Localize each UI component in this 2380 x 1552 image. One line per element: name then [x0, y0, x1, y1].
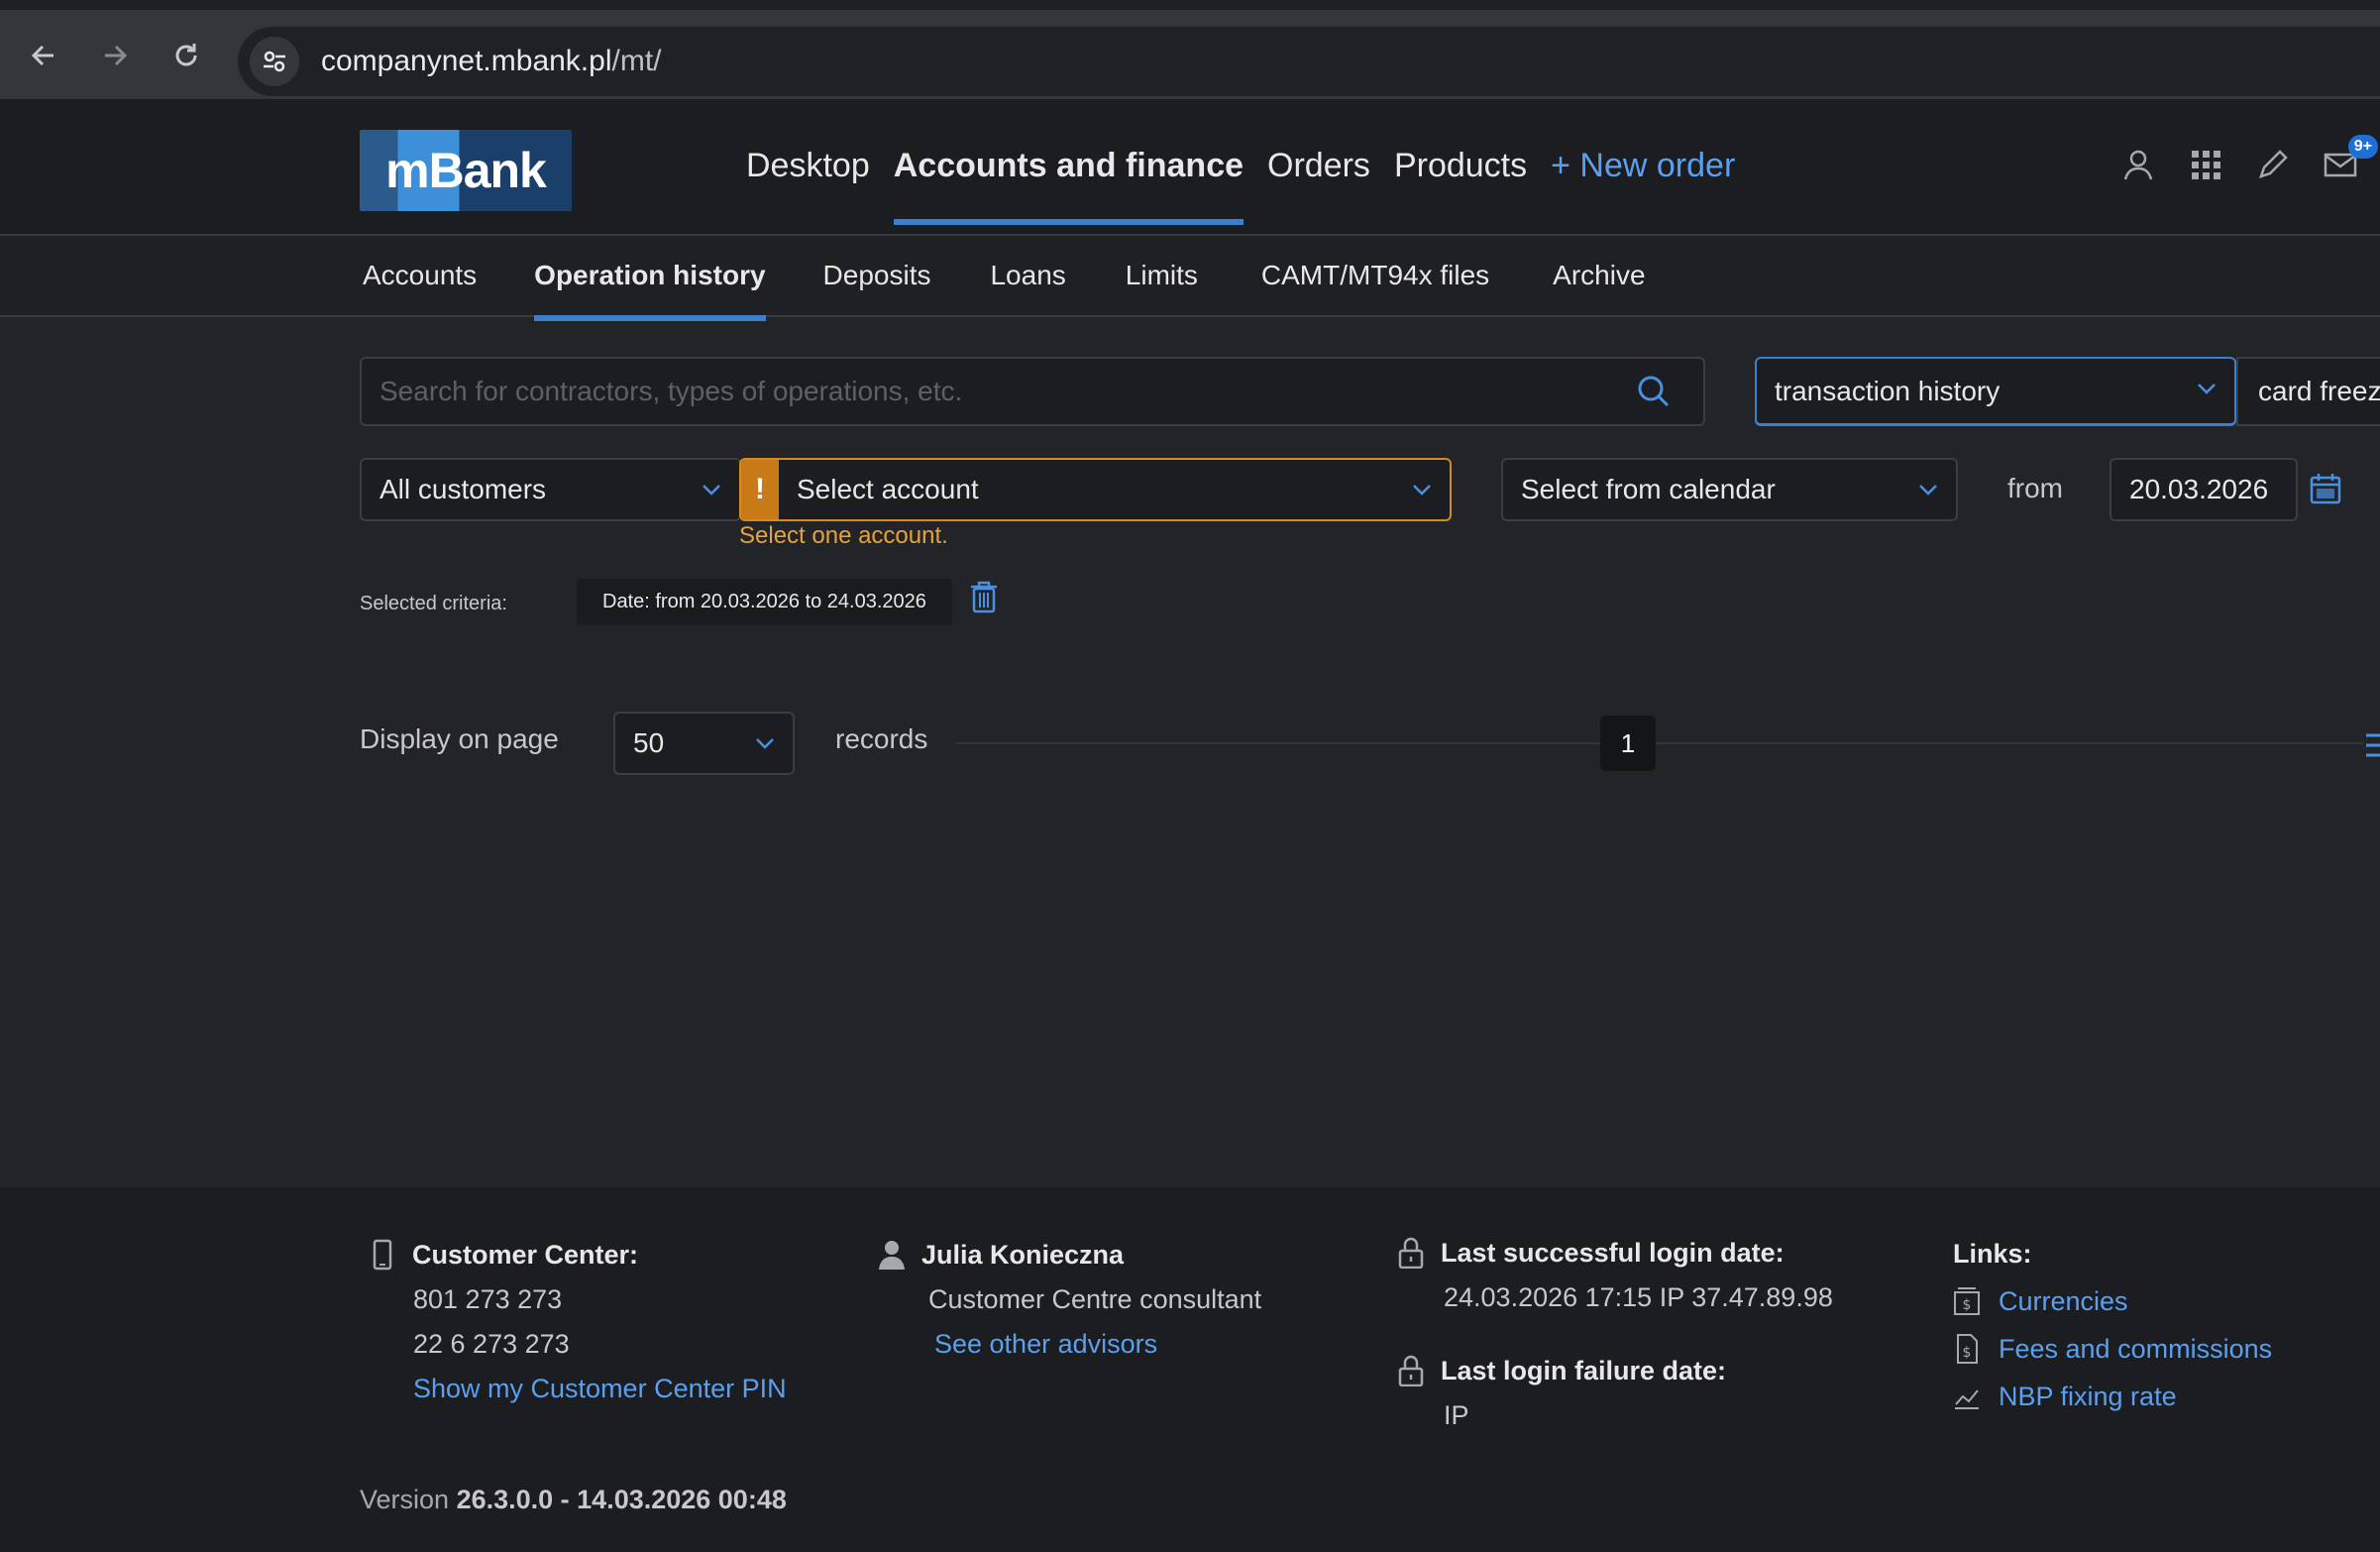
nbp-link-row[interactable]: NBP fixing rate — [1953, 1381, 2272, 1412]
customers-value: All customers — [379, 474, 547, 504]
links-title: Links: — [1953, 1239, 2032, 1269]
nav-new-order[interactable]: + New order — [1551, 147, 1735, 225]
mbank-logo[interactable]: mBank — [360, 130, 572, 211]
site-settings-icon[interactable] — [250, 37, 299, 86]
advisor-role: Customer Centre consultant — [928, 1284, 1262, 1314]
footer: Customer Center: 801 273 273 22 6 273 27… — [0, 1187, 2380, 1552]
nav-orders[interactable]: Orders — [1267, 147, 1370, 225]
from-label: from — [2007, 473, 2063, 503]
advisor-block: Julia Konieczna Customer Centre consulta… — [878, 1239, 1261, 1360]
login-info-block: Last successful login date: 24.03.2026 1… — [1397, 1237, 1833, 1431]
reload-icon[interactable] — [164, 34, 208, 77]
date-mode-select[interactable]: Select from calendar — [1501, 458, 1958, 521]
account-warning-text: Select one account. — [739, 522, 948, 549]
notifications-badge: 9+ — [2347, 135, 2378, 159]
card-freeze-tab[interactable]: card freeze — [2236, 357, 2380, 426]
account-select[interactable]: ! Select account — [739, 458, 1452, 521]
header-icons: 9+ — [2120, 135, 2378, 182]
lock-icon — [1398, 1355, 1424, 1386]
account-value: Select account — [797, 474, 979, 504]
tab-deposits[interactable]: Deposits — [823, 260, 931, 321]
phone-number-2: 22 6 273 273 — [413, 1329, 570, 1359]
see-other-advisors-link[interactable]: See other advisors — [934, 1329, 1261, 1360]
warning-icon: ! — [741, 460, 779, 519]
show-pin-link[interactable]: Show my Customer Center PIN — [413, 1374, 787, 1404]
pen-icon[interactable] — [2255, 147, 2291, 182]
svg-text:$: $ — [1963, 1297, 1972, 1313]
search-input[interactable] — [362, 376, 1634, 407]
currencies-link-row[interactable]: $ Currencies — [1953, 1285, 2272, 1317]
records-label: records — [835, 723, 928, 754]
tab-accounts[interactable]: Accounts — [363, 260, 477, 321]
from-date-input[interactable]: 20.03.2026 — [2110, 458, 2298, 521]
search-box — [360, 357, 1705, 426]
trash-icon[interactable] — [969, 580, 999, 613]
fees-link-row[interactable]: $ Fees and commissions — [1953, 1333, 2272, 1365]
phone-icon — [373, 1239, 392, 1271]
forward-icon[interactable] — [93, 34, 137, 77]
phone-number-1: 801 273 273 — [413, 1284, 563, 1314]
browser-toolbar: companynet.mbank.pl/mt/ — [0, 0, 2380, 99]
advisor-name: Julia Konieczna — [921, 1239, 1125, 1270]
list-view-icon[interactable] — [2363, 731, 2380, 759]
apps-grid-icon[interactable] — [2188, 147, 2223, 182]
nav-accounts-and-finance[interactable]: Accounts and finance — [893, 147, 1244, 225]
sub-navigation: Accounts Operation history Deposits Loan… — [0, 236, 2380, 321]
last-failure-value: IP — [1444, 1400, 1469, 1430]
customer-center-title: Customer Center: — [412, 1239, 639, 1270]
svg-text:$: $ — [1963, 1345, 1972, 1361]
chevron-down-icon — [703, 485, 720, 496]
criteria-chip: Date: from 20.03.2026 to 24.03.2026 — [577, 579, 952, 624]
tab-camt-files[interactable]: CAMT/MT94x files — [1261, 260, 1489, 321]
currency-icon: $ — [1954, 1287, 1980, 1315]
mail-icon[interactable]: 9+ — [2323, 135, 2378, 182]
main-nav: Desktop Accounts and finance Orders Prod… — [746, 147, 1735, 225]
date-mode-value: Select from calendar — [1521, 474, 1776, 504]
display-on-page-label: Display on page — [360, 723, 559, 754]
user-icon[interactable] — [2120, 147, 2156, 182]
selected-criteria-label: Selected criteria: — [360, 593, 507, 614]
per-page-value: 50 — [633, 727, 665, 758]
customer-center-block: Customer Center: 801 273 273 22 6 273 27… — [369, 1239, 787, 1404]
last-success-value: 24.03.2026 17:15 IP 37.47.89.98 — [1444, 1282, 1833, 1312]
chevron-down-icon — [1413, 485, 1431, 496]
person-icon — [879, 1241, 905, 1270]
calendar-icon[interactable] — [2309, 472, 2342, 505]
url-text[interactable]: companynet.mbank.pl/mt/ — [321, 45, 662, 78]
last-failure-title: Last login failure date: — [1441, 1355, 1727, 1386]
currencies-link[interactable]: Currencies — [1999, 1286, 2128, 1317]
links-block: Links: $ Currencies $ Fees and commissio… — [1953, 1239, 2272, 1412]
search-icon[interactable] — [1634, 372, 1674, 411]
nav-products[interactable]: Products — [1394, 147, 1527, 225]
chevron-down-icon — [2198, 384, 2216, 394]
version-info: Version 26.3.0.0 - 14.03.2026 00:48 — [360, 1485, 787, 1514]
page-number-button[interactable]: 1 — [1600, 716, 1656, 771]
pager-divider — [956, 742, 2363, 744]
lock-icon — [1398, 1237, 1424, 1269]
tab-operation-history[interactable]: Operation history — [534, 260, 766, 321]
tab-limits[interactable]: Limits — [1126, 260, 1198, 321]
chart-line-icon — [1955, 1389, 1979, 1409]
nbp-fixing-link[interactable]: NBP fixing rate — [1999, 1382, 2177, 1412]
fees-link[interactable]: Fees and commissions — [1999, 1334, 2272, 1365]
nav-desktop[interactable]: Desktop — [746, 147, 870, 225]
address-bar[interactable]: companynet.mbank.pl/mt/ — [238, 27, 2380, 96]
tab-loans[interactable]: Loans — [990, 260, 1065, 321]
customers-select[interactable]: All customers — [360, 458, 741, 521]
back-icon[interactable] — [22, 34, 65, 77]
last-success-title: Last successful login date: — [1441, 1237, 1785, 1268]
chevron-down-icon — [1919, 485, 1937, 496]
top-navigation: mBank Desktop Accounts and finance Order… — [0, 99, 2380, 236]
tab-archive[interactable]: Archive — [1553, 260, 1645, 321]
history-type-value: transaction history — [1775, 375, 2001, 406]
document-dollar-icon: $ — [1957, 1334, 1978, 1364]
chevron-down-icon — [756, 738, 774, 749]
per-page-select[interactable]: 50 — [613, 712, 795, 775]
history-type-select[interactable]: transaction history — [1755, 357, 2236, 426]
